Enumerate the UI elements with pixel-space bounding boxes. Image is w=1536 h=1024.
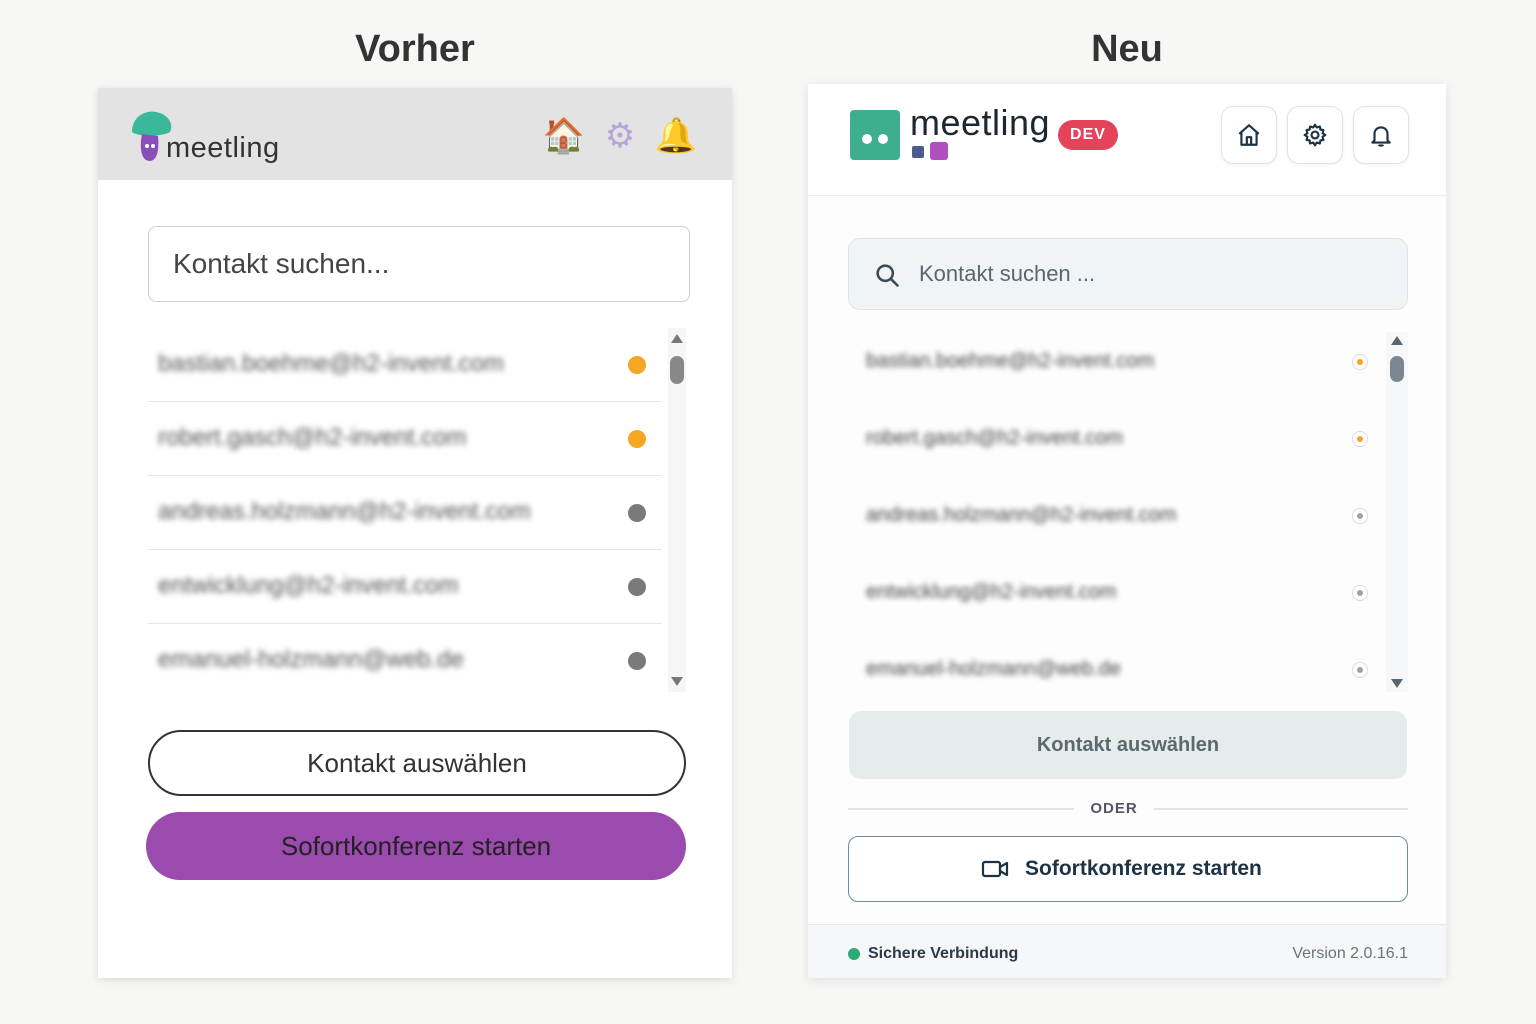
status-dot (628, 356, 646, 374)
contact-email: andreas.holzmann@h2-invent.com (158, 498, 531, 525)
video-camera-icon (981, 860, 1009, 878)
divider-label: ODER (1090, 800, 1138, 817)
after-title: Neu (1091, 28, 1163, 70)
scroll-down-arrow-icon[interactable] (671, 677, 683, 686)
divider-line (848, 808, 1074, 810)
list-item[interactable]: entwicklung@h2-invent.com (848, 555, 1380, 632)
scroll-thumb[interactable] (670, 356, 684, 384)
old-search-input[interactable] (148, 226, 690, 302)
new-select-contact-button[interactable]: Kontakt auswählen (849, 711, 1407, 779)
meetling-logo-icon[interactable] (850, 110, 900, 160)
gear-icon (1303, 123, 1327, 147)
contact-email: emanuel-holzmann@web.de (866, 658, 1121, 680)
contact-email: entwicklung@h2-invent.com (158, 572, 459, 599)
home-icon[interactable]: 🏠 (542, 114, 586, 158)
status-indicator (1352, 508, 1368, 524)
status-dot (628, 504, 646, 522)
new-header: meetling DEV (808, 84, 1446, 196)
list-item[interactable]: emanuel-holzmann@web.de (848, 632, 1380, 709)
old-start-conference-button[interactable]: Sofortkonferenz starten (146, 812, 686, 880)
search-icon (876, 264, 899, 287)
list-item[interactable]: andreas.holzmann@h2-invent.com (148, 476, 662, 550)
new-contact-list: bastian.boehme@h2-invent.com robert.gasc… (848, 324, 1380, 704)
list-item[interactable]: bastian.boehme@h2-invent.com (148, 328, 662, 402)
gear-icon[interactable]: ⚙ (598, 114, 642, 158)
new-panel: meetling DEV bas (808, 84, 1446, 978)
small-square-icon (912, 146, 924, 158)
contact-email: robert.gasch@h2-invent.com (866, 427, 1124, 449)
new-start-conference-button[interactable]: Sofortkonferenz starten (848, 836, 1408, 902)
list-item[interactable]: entwicklung@h2-invent.com (148, 550, 662, 624)
scroll-up-arrow-icon[interactable] (1391, 336, 1403, 345)
old-brand-name: meetling (166, 132, 280, 164)
old-logo[interactable]: meetling (128, 108, 288, 168)
status-indicator (1352, 354, 1368, 370)
bell-icon (1371, 126, 1391, 147)
old-panel: meetling 🏠 ⚙ 🔔 bastian.boehme@h2-invent.… (98, 88, 732, 978)
home-button[interactable] (1221, 106, 1277, 164)
contact-email: entwicklung@h2-invent.com (866, 581, 1117, 603)
old-scrollbar[interactable] (668, 328, 686, 692)
small-square-icon (930, 142, 948, 160)
brand-sub-icons (912, 142, 948, 160)
new-scrollbar[interactable] (1386, 332, 1408, 692)
status-dot (628, 578, 646, 596)
new-brand-name: meetling (910, 102, 1051, 143)
contact-email: andreas.holzmann@h2-invent.com (866, 504, 1177, 526)
connection-status: Sichere Verbindung (868, 945, 1019, 962)
new-search-input[interactable] (919, 239, 1399, 309)
scroll-thumb[interactable] (1390, 356, 1404, 382)
settings-button[interactable] (1287, 106, 1343, 164)
new-search-field[interactable] (848, 238, 1408, 310)
old-contact-list: bastian.boehme@h2-invent.com robert.gasc… (148, 328, 662, 698)
contact-email: bastian.boehme@h2-invent.com (158, 350, 504, 377)
list-item[interactable]: andreas.holzmann@h2-invent.com (848, 478, 1380, 555)
new-footer: Sichere Verbindung Version 2.0.16.1 (808, 924, 1446, 978)
connection-status-dot (848, 948, 860, 960)
contact-email: emanuel-holzmann@web.de (158, 646, 464, 673)
contact-email: bastian.boehme@h2-invent.com (866, 350, 1155, 372)
notifications-button[interactable] (1353, 106, 1409, 164)
contact-email: robert.gasch@h2-invent.com (158, 424, 467, 451)
list-item[interactable]: emanuel-holzmann@web.de (148, 624, 662, 698)
status-indicator (1352, 431, 1368, 447)
bell-icon[interactable]: 🔔 (654, 114, 698, 158)
start-conference-label: Sofortkonferenz starten (1025, 857, 1262, 880)
divider-line (1154, 808, 1408, 810)
list-item[interactable]: robert.gasch@h2-invent.com (148, 402, 662, 476)
scroll-down-arrow-icon[interactable] (1391, 679, 1403, 688)
version-label: Version 2.0.16.1 (1292, 945, 1408, 962)
status-dot (628, 430, 646, 448)
old-select-contact-button[interactable]: Kontakt auswählen (148, 730, 686, 796)
old-header-icons: 🏠 ⚙ 🔔 (542, 114, 698, 160)
old-header: meetling 🏠 ⚙ 🔔 (98, 88, 732, 180)
status-dot (628, 652, 646, 670)
before-title: Vorher (355, 28, 475, 70)
status-indicator (1352, 585, 1368, 601)
status-indicator (1352, 662, 1368, 678)
dev-badge: DEV (1058, 120, 1118, 150)
home-icon (1238, 124, 1260, 146)
scroll-up-arrow-icon[interactable] (671, 334, 683, 343)
list-item[interactable]: robert.gasch@h2-invent.com (848, 401, 1380, 478)
list-item[interactable]: bastian.boehme@h2-invent.com (848, 324, 1380, 401)
